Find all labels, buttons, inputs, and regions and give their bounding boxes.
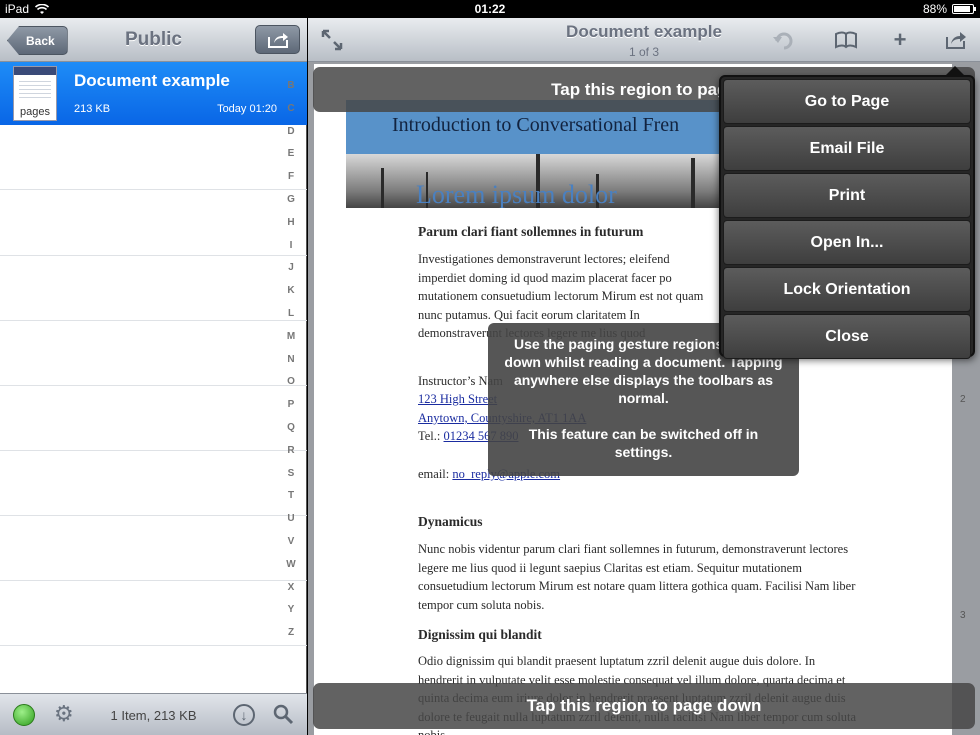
index-letter[interactable]: E: [280, 148, 302, 159]
menu-item-go-to-page[interactable]: Go to Page: [723, 79, 971, 124]
scroll-page-marker[interactable]: 3: [960, 610, 966, 621]
index-letter[interactable]: F: [280, 171, 302, 182]
index-letter[interactable]: M: [280, 331, 302, 342]
index-letter[interactable]: X: [280, 582, 302, 593]
index-letter[interactable]: K: [280, 285, 302, 296]
index-letter[interactable]: C: [280, 103, 302, 114]
index-letter[interactable]: Y: [280, 604, 302, 615]
file-browser-toolbar: Back Public: [0, 18, 307, 62]
index-letter[interactable]: T: [280, 490, 302, 501]
search-icon[interactable]: [272, 703, 294, 725]
index-letter[interactable]: J: [280, 262, 302, 273]
file-date: Today 01:20: [217, 103, 277, 115]
document-banner: Introduction to Conversational Fren Lore…: [346, 100, 736, 208]
menu-item-lock-orientation[interactable]: Lock Orientation: [723, 267, 971, 312]
doc-heading: Dignissim qui blandit: [418, 627, 542, 642]
banner-lorem: Lorem ipsum dolor: [416, 180, 617, 208]
battery-percent: 88%: [922, 2, 947, 16]
file-list: [0, 125, 307, 693]
index-letter[interactable]: Z: [280, 627, 302, 638]
file-size: 213 KB: [74, 103, 111, 115]
pages-document-icon: pages: [13, 66, 57, 121]
bookmarks-icon[interactable]: [834, 28, 858, 52]
share-icon: [267, 32, 288, 48]
file-browser-pane: Back Public pages Document example 213 K…: [0, 18, 307, 735]
share-button[interactable]: [255, 25, 300, 54]
add-icon[interactable]: +: [888, 28, 912, 52]
index-letter[interactable]: R: [280, 445, 302, 456]
index-letter[interactable]: W: [280, 559, 302, 570]
status-bar: iPad 01:22 88%: [0, 0, 980, 18]
index-letter[interactable]: G: [280, 194, 302, 205]
index-letter[interactable]: B: [280, 80, 302, 91]
share-icon[interactable]: [944, 28, 968, 52]
page-indicator: 1 of 3: [628, 45, 660, 59]
undo-icon[interactable]: [771, 28, 795, 52]
banner-photo: Lorem ipsum dolor: [346, 154, 736, 208]
item-count: 1 Item, 213 KB: [110, 708, 197, 723]
share-menu-popover: Go to Page Email File Print Open In... L…: [719, 66, 975, 359]
file-browser-footer: ⚙ 1 Item, 213 KB ↓: [0, 693, 307, 735]
index-letter[interactable]: H: [280, 217, 302, 228]
index-letter[interactable]: I: [280, 240, 302, 251]
file-list-item-selected[interactable]: pages Document example 213 KB Today 01:2…: [0, 62, 307, 125]
index-letter[interactable]: O: [280, 376, 302, 387]
index-letter[interactable]: S: [280, 468, 302, 479]
doc-paragraph: Nunc nobis videntur parum clari fiant so…: [418, 542, 856, 612]
document-toolbar: Document example 1 of 3 +: [308, 18, 980, 62]
scroll-page-marker[interactable]: 2: [960, 394, 966, 405]
menu-item-email-file[interactable]: Email File: [723, 126, 971, 171]
index-letter[interactable]: U: [280, 513, 302, 524]
document-viewer: Document example 1 of 3 + Introduction t…: [308, 18, 980, 735]
document-title: Document example: [566, 22, 722, 41]
doc-heading: Dynamicus: [418, 514, 483, 529]
status-time: 01:22: [474, 2, 506, 16]
index-letter[interactable]: P: [280, 399, 302, 410]
menu-item-open-in[interactable]: Open In...: [723, 220, 971, 265]
index-letter[interactable]: L: [280, 308, 302, 319]
index-letter[interactable]: D: [280, 126, 302, 137]
tooltip-text: This feature can be switched off in sett…: [528, 426, 759, 460]
page-down-region[interactable]: Tap this region to page down: [313, 683, 975, 729]
index-letter[interactable]: V: [280, 536, 302, 547]
battery-icon: [952, 4, 976, 14]
index-letter[interactable]: Q: [280, 422, 302, 433]
thumb-label: pages: [20, 106, 50, 118]
menu-item-print[interactable]: Print: [723, 173, 971, 218]
download-icon[interactable]: ↓: [233, 704, 255, 726]
menu-item-close[interactable]: Close: [723, 314, 971, 359]
index-letter[interactable]: N: [280, 354, 302, 365]
file-name: Document example: [74, 71, 230, 90]
